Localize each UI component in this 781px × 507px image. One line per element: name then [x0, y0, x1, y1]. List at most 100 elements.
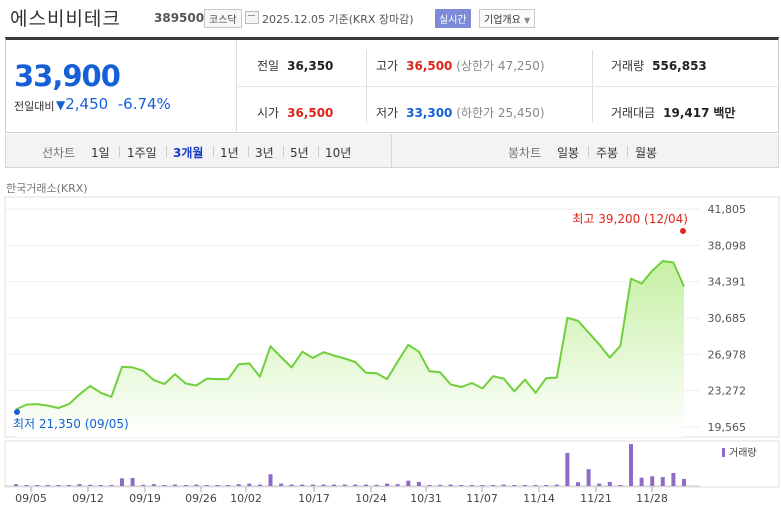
volume-bar [544, 485, 549, 486]
price-change: ▼2,450 -6.74% [56, 95, 171, 113]
volume-bar [576, 482, 580, 486]
low-label: 저가 [376, 106, 399, 120]
tab-1d[interactable]: 1일 [91, 144, 110, 161]
tab-1y[interactable]: 1년 [220, 144, 239, 161]
calendar-icon [245, 11, 259, 24]
volume-bar [173, 484, 177, 486]
volume-bar [289, 484, 294, 486]
stock-header: 에스비비테크 389500 코스닥 2025.12.05 기준(KRX 장마감)… [0, 0, 781, 36]
price-area [16, 261, 684, 437]
volume-bar [501, 484, 506, 486]
volume-bar [342, 484, 347, 486]
tab-monthly[interactable]: 월봉 [635, 144, 657, 161]
open-price: 시가 36,500 [257, 104, 333, 121]
change-percent: -6.74% [117, 95, 171, 113]
volume-bar [268, 474, 273, 486]
tab-weekly[interactable]: 주봉 [596, 144, 618, 161]
amount-unit: 백만 [713, 106, 736, 120]
volume-bar [130, 478, 135, 486]
volume-bar [45, 485, 50, 486]
volume-bar [427, 485, 432, 486]
tab-5y[interactable]: 5년 [290, 144, 309, 161]
x-tick-label: 09/12 [72, 492, 104, 505]
x-tick-label: 09/19 [129, 492, 161, 505]
volume-bar [120, 478, 124, 486]
volume-bar [353, 484, 358, 486]
x-tick-label: 11/28 [636, 492, 668, 505]
volume-bar [24, 485, 29, 486]
trade-amount: 거래대금 19,417 백만 [611, 104, 735, 121]
volume-bar [554, 484, 559, 486]
volume-bar [215, 485, 220, 486]
price-chart: 41,805 38,098 34,391 30,685 26,978 23,272 19,5… [4, 196, 780, 505]
line-chart-label: 선차트 [42, 146, 76, 160]
y-tick-label: 38,098 [708, 239, 747, 252]
volume-bar [597, 483, 602, 486]
volume-bar [363, 484, 368, 486]
divider [166, 146, 167, 157]
change-value: 2,450 [65, 95, 109, 113]
volume-bar [183, 485, 188, 486]
volume-bar [88, 484, 93, 486]
amount-label: 거래대금 [611, 106, 656, 120]
volume-bar [459, 485, 464, 486]
volume-bar [448, 484, 453, 486]
realtime-button[interactable]: 실시간 [435, 9, 471, 28]
y-tick-label: 34,391 [708, 276, 747, 289]
x-tick-label: 09/26 [185, 492, 217, 505]
volume-bar [385, 483, 390, 486]
volume-bar [491, 485, 496, 486]
divider [213, 146, 214, 157]
volume-bar [226, 485, 231, 486]
divider [248, 146, 249, 157]
volume-bar [141, 484, 146, 486]
company-info-button[interactable]: 기업개요 ▼ [479, 9, 536, 28]
tab-3m[interactable]: 3개월 [173, 144, 203, 161]
tab-3y[interactable]: 3년 [255, 144, 274, 161]
high-value: 36,500 [406, 59, 453, 73]
volume-bar [321, 484, 326, 486]
x-tick-label: 10/02 [230, 492, 262, 505]
lower-limit: (하한가 25,450) [456, 106, 545, 120]
volume-bar [682, 478, 686, 486]
divider [119, 146, 120, 157]
quote-panel: 33,900 전일대비 ▼2,450 -6.74% 전일 36,350 시가 36,… [5, 37, 780, 133]
volume-bar [480, 485, 485, 486]
volume-bar [395, 484, 400, 486]
company-info-label: 기업개요 [484, 15, 521, 26]
divider [283, 146, 284, 157]
volume-bar [279, 483, 284, 486]
tab-daily[interactable]: 일봉 [557, 144, 579, 161]
stock-code: 389500 [154, 11, 205, 25]
volume-bar [300, 484, 305, 486]
chart-period-tabs: 선차트 1일 1주일 3개월 1년 3년 5년 10년 봉차트 일봉 주봉 월봉 [5, 134, 779, 168]
divider [391, 134, 392, 167]
volume-value: 556,853 [652, 59, 707, 73]
date-basis: 기준(KRX 장마감) [328, 13, 414, 26]
volume-bar [650, 476, 655, 486]
date-value: 2025.12.05 [262, 13, 325, 26]
volume-bar [204, 485, 209, 486]
open-value: 36,500 [287, 106, 334, 120]
tab-10y[interactable]: 10년 [325, 144, 351, 161]
market-badge: 코스닥 [204, 9, 242, 28]
volume-bar [332, 484, 337, 486]
y-tick-label: 23,272 [708, 385, 747, 398]
volume-bar [56, 485, 61, 486]
y-tick-label: 41,805 [708, 203, 747, 216]
volume-legend-icon [722, 448, 725, 457]
volume-bar [67, 485, 71, 486]
upper-limit: (상한가 47,250) [456, 59, 545, 73]
x-tick-label: 09/05 [15, 492, 47, 505]
volume-bar [533, 485, 538, 486]
divider [627, 146, 628, 157]
volume-bar [629, 444, 633, 486]
tab-1w[interactable]: 1주일 [127, 144, 157, 161]
amount-value: 19,417 [663, 106, 710, 120]
volume-legend: 거래량 [729, 447, 757, 459]
volume-bar [257, 484, 262, 486]
high-annotation: 최고 39,200 (12/04) [572, 212, 688, 226]
volume-bar [512, 485, 517, 486]
volume-bar [618, 485, 623, 486]
volume-bar [194, 484, 199, 486]
